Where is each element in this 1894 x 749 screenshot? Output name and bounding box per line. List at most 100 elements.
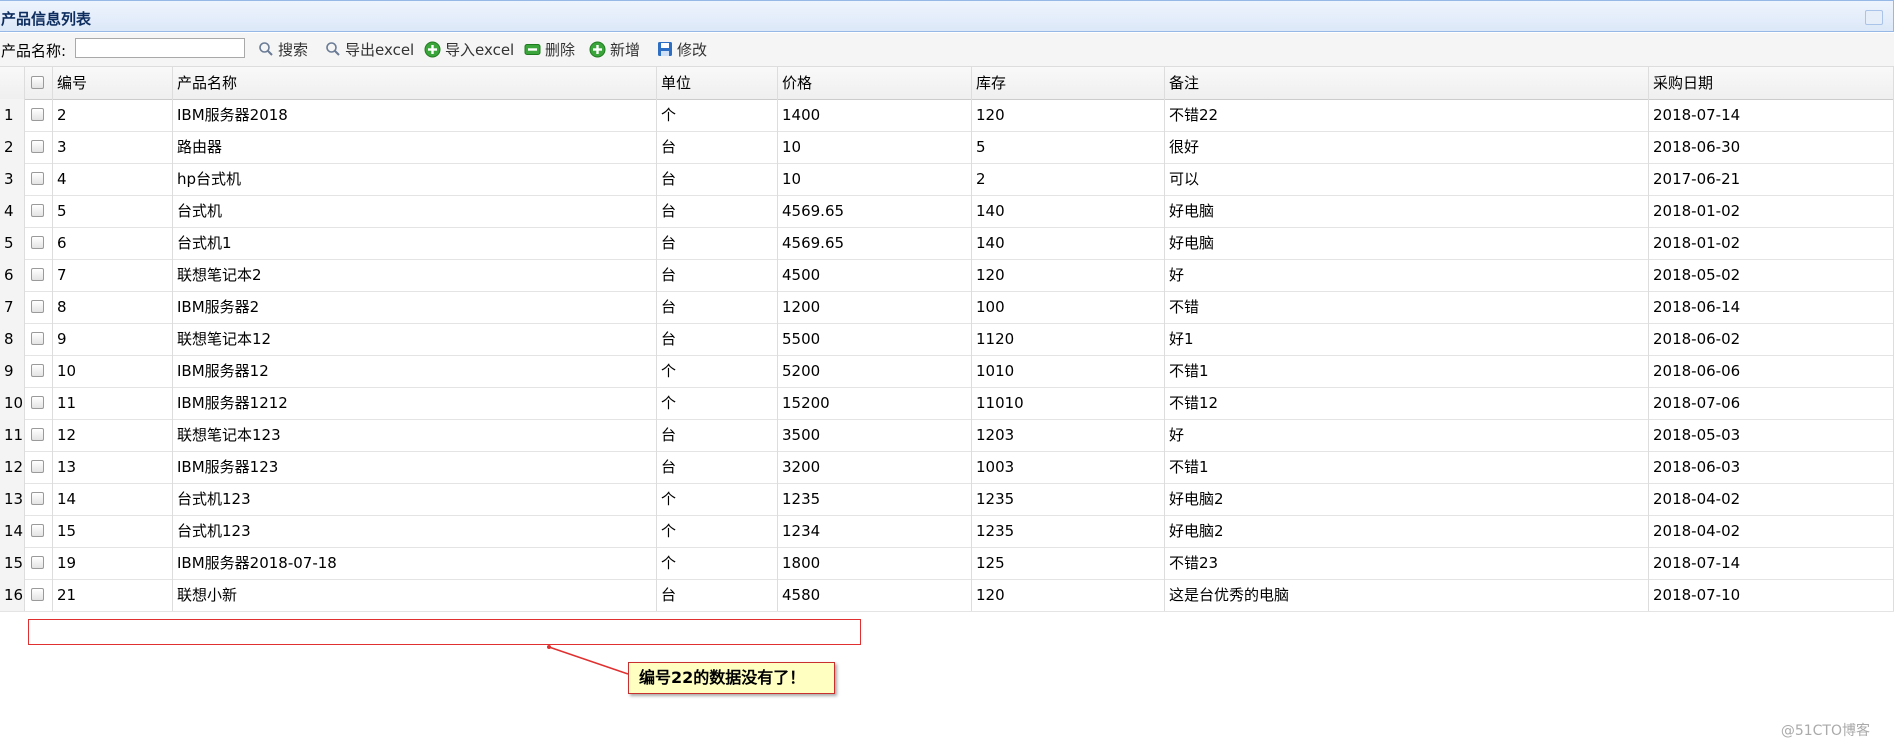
search-label: 产品名称: (1, 42, 67, 60)
cell-date: 2018-07-14 (1653, 106, 1741, 124)
row-checkbox[interactable] (31, 140, 44, 153)
cell-date: 2018-07-10 (1653, 586, 1741, 604)
table-row[interactable]: 2 3 路由器 台 10 5 很好 2018-06-30 (0, 131, 1894, 164)
header-date[interactable]: 采购日期 (1653, 67, 1713, 99)
cell-note: 好电脑2 (1169, 522, 1224, 540)
panel-header: 产品信息列表 (0, 0, 1894, 32)
table-row[interactable]: 11 12 联想笔记本123 台 3500 1203 好 2018-05-03 (0, 419, 1894, 452)
row-checkbox[interactable] (31, 204, 44, 217)
table-row[interactable]: 3 4 hp台式机 台 10 2 可以 2017-06-21 (0, 163, 1894, 196)
row-checkbox[interactable] (31, 300, 44, 313)
row-number: 11 (0, 419, 24, 451)
edit-button[interactable]: 修改 (657, 39, 707, 59)
cell-name: 联想小新 (177, 586, 238, 604)
cell-id: 7 (57, 266, 67, 284)
cell-price: 1800 (782, 554, 821, 572)
header-note[interactable]: 备注 (1169, 67, 1199, 99)
row-checkbox[interactable] (31, 332, 44, 345)
annotation-arrow (547, 645, 629, 675)
cell-unit: 个 (661, 554, 677, 572)
cell-unit: 个 (661, 362, 677, 380)
table-row[interactable]: 8 9 联想笔记本12 台 5500 1120 好1 2018-06-02 (0, 323, 1894, 356)
cell-note: 可以 (1169, 170, 1200, 188)
cell-date: 2018-06-03 (1653, 458, 1741, 476)
cell-price: 1235 (782, 490, 821, 508)
table-row[interactable]: 10 11 IBM服务器1212 个 15200 11010 不错12 2018-07-06 (0, 387, 1894, 420)
row-checkbox[interactable] (31, 556, 44, 569)
cell-stock: 100 (976, 298, 1005, 316)
row-checkbox[interactable] (31, 172, 44, 185)
row-number: 13 (0, 483, 24, 515)
cell-id: 4 (57, 170, 67, 188)
row-number: 6 (0, 259, 24, 291)
table-row[interactable]: 5 6 台式机1 台 4569.65 140 好电脑 2018-01-02 (0, 227, 1894, 260)
header-name[interactable]: 产品名称 (177, 67, 237, 99)
table-row[interactable]: 16 21 联想小新 台 4580 120 这是台优秀的电脑 2018-07-10 (0, 579, 1894, 612)
row-checkbox[interactable] (31, 364, 44, 377)
table-row[interactable]: 9 10 IBM服务器12 个 5200 1010 不错1 2018-06-06 (0, 355, 1894, 388)
row-number: 4 (0, 195, 24, 227)
cell-price: 1400 (782, 106, 821, 124)
cell-note: 好电脑2 (1169, 490, 1224, 508)
cell-name: IBM服务器12 (177, 362, 269, 380)
row-checkbox[interactable] (31, 396, 44, 409)
product-name-input[interactable] (75, 38, 245, 58)
table-row[interactable]: 7 8 IBM服务器2 台 1200 100 不错 2018-06-14 (0, 291, 1894, 324)
table-row[interactable]: 6 7 联想笔记本2 台 4500 120 好 2018-05-02 (0, 259, 1894, 292)
collapse-icon[interactable] (1865, 10, 1883, 25)
row-checkbox[interactable] (31, 492, 44, 505)
cell-note: 好电脑 (1169, 202, 1215, 220)
row-number: 15 (0, 547, 24, 579)
cell-price: 15200 (782, 394, 830, 412)
cell-note: 很好 (1169, 138, 1200, 156)
cell-id: 15 (57, 522, 77, 540)
table-row[interactable]: 4 5 台式机 台 4569.65 140 好电脑 2018-01-02 (0, 195, 1894, 228)
cell-date: 2018-07-14 (1653, 554, 1741, 572)
table-row[interactable]: 13 14 台式机123 个 1235 1235 好电脑2 2018-04-02 (0, 483, 1894, 516)
header-id[interactable]: 编号 (57, 67, 87, 99)
annotation-highlight-box (28, 619, 861, 645)
cell-stock: 1235 (976, 490, 1015, 508)
import-excel-button[interactable]: 导入excel (424, 39, 514, 59)
cell-name: hp台式机 (177, 170, 242, 188)
delete-button[interactable]: 删除 (524, 39, 575, 59)
row-checkbox[interactable] (31, 460, 44, 473)
cell-id: 12 (57, 426, 77, 444)
row-checkbox[interactable] (31, 524, 44, 537)
cell-id: 13 (57, 458, 77, 476)
table-row[interactable]: 15 19 IBM服务器2018-07-18 个 1800 125 不错23 2018-07-… (0, 547, 1894, 580)
cell-name: IBM服务器2018-07-18 (177, 554, 337, 572)
header-price[interactable]: 价格 (782, 67, 812, 99)
row-checkbox[interactable] (31, 268, 44, 281)
column-divider (656, 67, 657, 611)
row-number: 1 (0, 99, 24, 131)
row-checkbox[interactable] (31, 588, 44, 601)
select-all-checkbox[interactable] (31, 76, 44, 89)
cell-price: 1200 (782, 298, 821, 316)
table-row[interactable]: 12 13 IBM服务器123 台 3200 1003 不错1 2018-06-03 (0, 451, 1894, 484)
cell-price: 4500 (782, 266, 821, 284)
cell-unit: 台 (661, 330, 677, 348)
cell-stock: 140 (976, 202, 1005, 220)
column-divider (24, 67, 25, 611)
cell-price: 10 (782, 138, 802, 156)
header-unit[interactable]: 单位 (661, 67, 691, 99)
export-excel-button[interactable]: 导出excel (325, 39, 414, 59)
row-checkbox[interactable] (31, 428, 44, 441)
search-button[interactable]: 搜索 (258, 39, 308, 59)
table-row[interactable]: 1 2 IBM服务器2018 个 1400 120 不错22 2018-07-14 (0, 99, 1894, 132)
cell-stock: 120 (976, 106, 1005, 124)
row-checkbox[interactable] (31, 236, 44, 249)
table-row[interactable]: 14 15 台式机123 个 1234 1235 好电脑2 2018-04-02 (0, 515, 1894, 548)
cell-price: 4569.65 (782, 234, 845, 252)
cell-name: 台式机 (177, 202, 223, 220)
search-icon (326, 42, 340, 56)
add-button[interactable]: 新增 (589, 39, 640, 59)
header-stock[interactable]: 库存 (976, 67, 1006, 99)
add-circle-icon (424, 41, 441, 57)
row-checkbox[interactable] (31, 108, 44, 121)
cell-stock: 120 (976, 266, 1005, 284)
save-icon (658, 42, 672, 56)
cell-unit: 台 (661, 426, 677, 444)
row-number: 7 (0, 291, 24, 323)
